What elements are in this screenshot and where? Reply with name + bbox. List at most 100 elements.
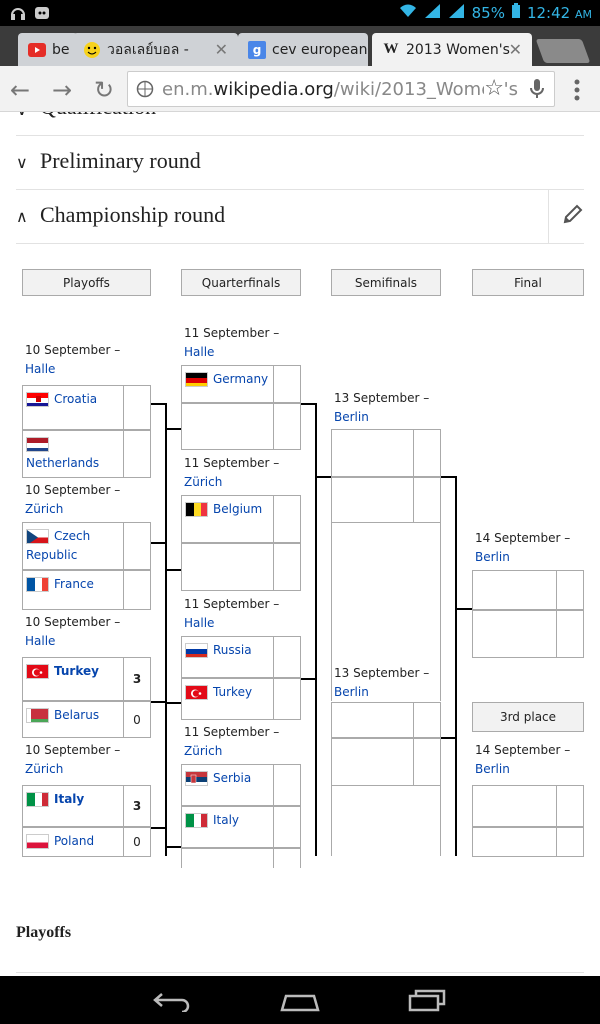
team-link[interactable]: Poland bbox=[54, 834, 94, 848]
team-link[interactable]: Croatia bbox=[54, 392, 97, 406]
team-link[interactable]: Turkey bbox=[213, 685, 252, 699]
venue-link[interactable]: Zürich bbox=[25, 762, 63, 776]
url-domain: wikipedia.org bbox=[213, 78, 334, 100]
team-row-empty bbox=[331, 738, 441, 786]
venue-link[interactable]: Berlin bbox=[334, 410, 369, 424]
date-text: 11 September – bbox=[184, 326, 280, 340]
score: 3 bbox=[132, 672, 142, 686]
bracket-line bbox=[455, 476, 457, 856]
system-nav-bar bbox=[0, 976, 600, 1024]
score: 0 bbox=[133, 835, 141, 849]
tab-title: 2013 Women's bbox=[406, 41, 510, 58]
team-row-belarus: Belarus 0 bbox=[22, 701, 151, 738]
bracket-line bbox=[441, 737, 456, 739]
tab-volleyball[interactable]: วอลเลย์บอล - ✕ bbox=[73, 33, 238, 66]
germany-flag-icon bbox=[185, 372, 208, 387]
team-row-turkey-qf: Turkey bbox=[181, 678, 301, 720]
forward-icon[interactable]: → bbox=[52, 76, 72, 104]
section-qualification[interactable]: ∨ Qualification bbox=[16, 112, 584, 136]
date-text: 11 September – bbox=[184, 597, 280, 611]
team-row-empty bbox=[472, 785, 584, 827]
team-link[interactable]: Russia bbox=[213, 643, 252, 657]
score bbox=[124, 431, 150, 477]
tab-cev[interactable]: g cev european bbox=[238, 33, 368, 66]
team-row-empty bbox=[181, 848, 301, 868]
globe-icon bbox=[136, 80, 154, 103]
close-tab-icon[interactable]: ✕ bbox=[215, 40, 228, 59]
match-date: 14 September – Berlin bbox=[475, 741, 570, 779]
bracket-line bbox=[151, 403, 166, 405]
venue-link[interactable]: Zürich bbox=[25, 502, 63, 516]
venue-link[interactable]: Halle bbox=[25, 634, 55, 648]
score bbox=[124, 523, 150, 569]
url-bar[interactable]: en.m. wikipedia.org/wiki/2013_Women's ☆ bbox=[127, 71, 555, 107]
russia-flag-icon bbox=[185, 643, 208, 658]
tab-youtube[interactable]: be bbox=[18, 33, 78, 66]
team-row-empty bbox=[331, 702, 441, 738]
score: 3 bbox=[132, 799, 142, 813]
section-championship[interactable]: ∧ Championship round bbox=[16, 190, 584, 244]
team-link[interactable]: France bbox=[54, 577, 94, 591]
team-row-france: France bbox=[22, 570, 151, 610]
match-date: 14 September – Berlin bbox=[475, 529, 570, 567]
team-row-empty bbox=[181, 543, 301, 591]
match-date: 11 September – Zürich bbox=[184, 454, 279, 492]
battery-icon bbox=[511, 3, 521, 23]
team-link[interactable]: Germany bbox=[213, 372, 268, 386]
belarus-flag-icon bbox=[26, 708, 49, 723]
match-date: 11 September – Halle bbox=[184, 324, 279, 362]
reload-icon[interactable]: ↻ bbox=[94, 76, 114, 104]
bracket-line bbox=[166, 428, 181, 430]
team-row-netherlands: Netherlands bbox=[22, 430, 151, 478]
recent-apps-icon[interactable] bbox=[408, 988, 448, 1016]
venue-link[interactable]: Berlin bbox=[475, 762, 510, 776]
date-text: 13 September – bbox=[334, 391, 430, 405]
venue-link[interactable]: Zürich bbox=[184, 744, 222, 758]
team-link[interactable]: Netherlands bbox=[26, 456, 99, 470]
venue-link[interactable]: Halle bbox=[25, 362, 55, 376]
match-date: 13 September – Berlin bbox=[334, 664, 429, 702]
team-link[interactable]: Belarus bbox=[54, 708, 99, 722]
bracket-line bbox=[301, 678, 316, 680]
menu-icon[interactable] bbox=[573, 78, 581, 106]
header-final: Final bbox=[472, 269, 584, 296]
team-link[interactable]: Turkey bbox=[54, 664, 99, 678]
bookmark-star-icon[interactable]: ☆ bbox=[484, 76, 504, 101]
venue-link[interactable]: Halle bbox=[184, 345, 214, 359]
microphone-icon[interactable] bbox=[528, 78, 546, 105]
team-link[interactable]: Serbia bbox=[213, 771, 251, 785]
venue-link[interactable]: Zürich bbox=[184, 475, 222, 489]
score bbox=[124, 386, 150, 429]
edit-button[interactable] bbox=[548, 190, 584, 244]
new-tab-button[interactable] bbox=[535, 39, 591, 63]
bracket-line bbox=[315, 403, 317, 856]
match-date: 10 September – Halle bbox=[25, 341, 120, 379]
match-date: 10 September – Zürich bbox=[25, 481, 120, 519]
venue-link[interactable]: Berlin bbox=[475, 550, 510, 564]
venue-link[interactable]: Halle bbox=[184, 616, 214, 630]
team-link[interactable]: Belgium bbox=[213, 502, 262, 516]
status-right: 85% 12:42 AM bbox=[398, 3, 592, 23]
team-link[interactable]: Italy bbox=[54, 792, 84, 806]
bracket-line bbox=[151, 701, 166, 703]
wikipedia-icon: W bbox=[383, 41, 399, 57]
back-icon[interactable]: ← bbox=[10, 76, 30, 104]
bracket-line bbox=[301, 403, 316, 405]
section-preliminary[interactable]: ∨ Preliminary round bbox=[16, 136, 584, 190]
section-title: Championship round bbox=[40, 202, 226, 227]
poland-flag-icon bbox=[26, 834, 49, 849]
date-text: 11 September – bbox=[184, 725, 280, 739]
venue-link[interactable]: Berlin bbox=[334, 685, 369, 699]
back-nav-icon[interactable] bbox=[152, 990, 192, 1016]
tab-wikipedia[interactable]: W 2013 Women's ✕ bbox=[372, 33, 532, 66]
team-row-germany: Germany bbox=[181, 365, 301, 403]
home-nav-icon[interactable] bbox=[280, 990, 320, 1016]
headphones-icon bbox=[10, 5, 26, 21]
close-tab-icon[interactable]: ✕ bbox=[509, 40, 522, 59]
turkey-flag-icon bbox=[185, 685, 208, 700]
turkey-flag-icon bbox=[26, 664, 49, 679]
status-bar: 85% 12:42 AM bbox=[0, 0, 600, 26]
team-link[interactable]: Italy bbox=[213, 813, 239, 827]
clock-ampm: AM bbox=[574, 8, 592, 21]
team-row-empty bbox=[181, 403, 301, 450]
